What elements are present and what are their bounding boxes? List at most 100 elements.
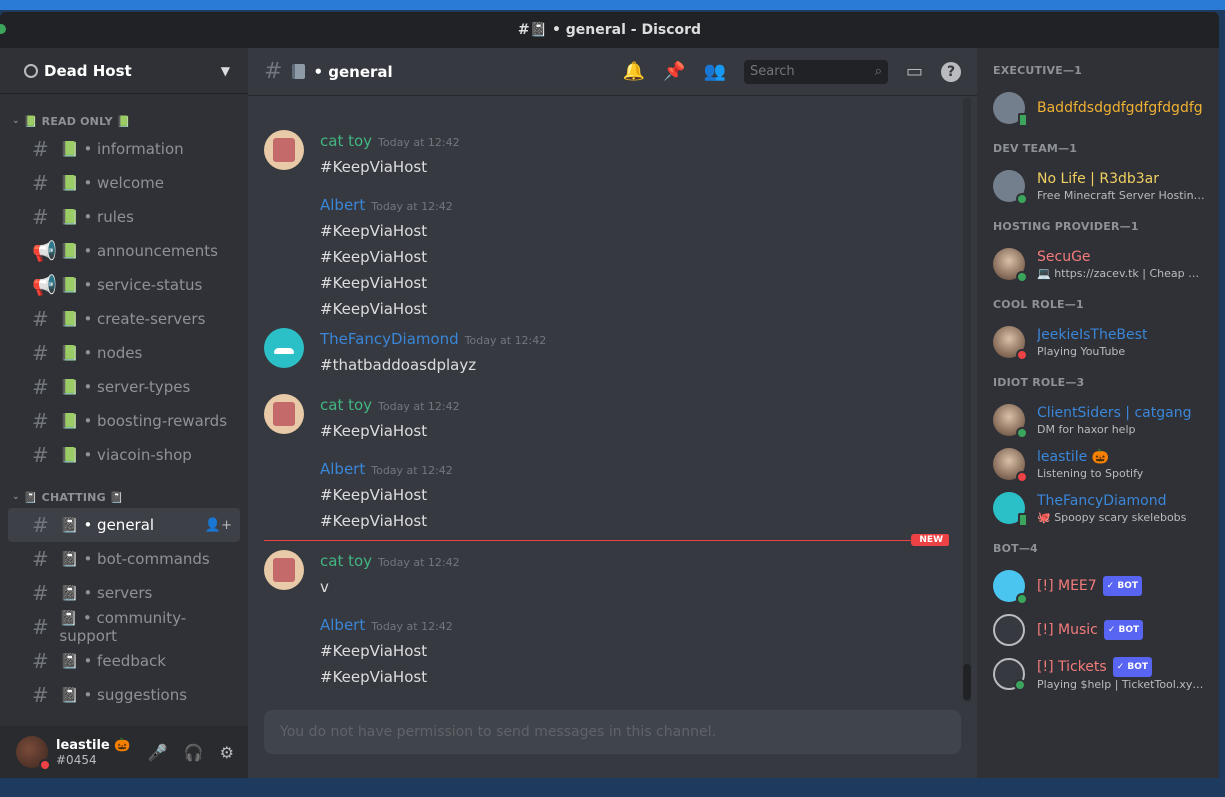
avatar[interactable]: [993, 326, 1028, 361]
chevron-down-icon[interactable]: ▼: [221, 64, 230, 78]
member-text: No Life | R3db3ar Free Minecraft Server H…: [1037, 170, 1205, 203]
avatar[interactable]: [993, 658, 1026, 691]
channel-item[interactable]: # 📓 • servers: [8, 576, 240, 610]
search-input[interactable]: Search ⌕: [743, 59, 888, 84]
members-icon[interactable]: 👥: [704, 61, 726, 82]
scrollbar-thumb[interactable]: [963, 664, 971, 700]
avatar[interactable]: [993, 570, 1028, 605]
channel-name: 📗 • rules: [60, 208, 134, 226]
member-item[interactable]: JeekieIsTheBest Playing YouTube: [993, 320, 1211, 364]
avatar[interactable]: [993, 448, 1028, 483]
member-item[interactable]: TheFancyDiamond 🐙 Spoopy scary skelebobs: [993, 486, 1211, 530]
avatar[interactable]: [993, 614, 1025, 646]
channel-item[interactable]: # 📓 • feedback: [8, 644, 240, 678]
message-header: TheFancyDiamond Today at 12:42: [264, 328, 949, 352]
member-item[interactable]: No Life | R3db3ar Free Minecraft Server H…: [993, 164, 1211, 208]
channel-item[interactable]: # 📗 • nodes: [8, 336, 240, 370]
message-author[interactable]: TheFancyDiamond: [320, 330, 459, 348]
mute-mic-icon[interactable]: 🎤: [148, 743, 168, 762]
channel-item[interactable]: # 📓 • community-support: [8, 609, 240, 645]
bell-icon[interactable]: 🔔: [623, 61, 645, 82]
member-name: No Life | R3db3ar: [1037, 170, 1159, 187]
member-item[interactable]: SecuGe 💻 https://zacev.tk | Cheap H...: [993, 242, 1211, 286]
message-author[interactable]: Albert: [320, 460, 365, 478]
gear-icon[interactable]: ⚙: [220, 743, 234, 762]
channel-item[interactable]: # 📓 • suggestions: [8, 678, 240, 712]
chat-main: # • general 🔔 📌 👥 Search ⌕ ▭ ? NEW cat t…: [248, 48, 977, 778]
channel-category[interactable]: ⌄ 📓 CHATTING 📓: [0, 486, 248, 508]
channel-name: 📓 • community-support: [59, 609, 187, 645]
hash-icon: #: [32, 683, 49, 707]
channel-item[interactable]: # 📗 • rules: [8, 200, 240, 234]
server-name: Dead Host: [44, 61, 132, 80]
message-author[interactable]: cat toy: [320, 552, 372, 570]
category-label: 📗 READ ONLY 📗: [23, 114, 131, 128]
message-author[interactable]: Albert: [320, 616, 365, 634]
member-item[interactable]: ClientSiders | catgang DM for haxor help: [993, 398, 1211, 442]
message-author[interactable]: cat toy: [320, 132, 372, 150]
member-text: ClientSiders | catgang DM for haxor help: [1037, 404, 1191, 437]
message-group: cat toy Today at 12:42 #KeepViaHost: [264, 130, 949, 180]
member-item[interactable]: [!] Music ✓ BOT: [993, 608, 1211, 652]
member-text: Baddfdsdgdfgdfgfdgdfg: [1037, 99, 1203, 117]
add-user-icon[interactable]: 👤+: [205, 518, 232, 533]
channel-item[interactable]: # 📗 • welcome: [8, 166, 240, 200]
member-item[interactable]: leastile 🎃 Listening to Spotify: [993, 442, 1211, 486]
channel-item[interactable]: # 📗 • boosting-rewards: [8, 404, 240, 438]
role-header: COOL ROLE—1: [993, 298, 1084, 311]
search-placeholder: Search: [749, 64, 795, 79]
channel-item[interactable]: 📢 📗 • service-status: [8, 268, 240, 302]
message-input[interactable]: You do not have permission to send messa…: [264, 710, 961, 754]
avatar[interactable]: [264, 328, 304, 368]
avatar[interactable]: [264, 130, 304, 170]
caret-down-icon: ⌄: [12, 116, 20, 126]
avatar[interactable]: [993, 404, 1028, 439]
avatar[interactable]: [993, 492, 1028, 527]
role-header: BOT—4: [993, 542, 1038, 555]
megaphone-icon: 📢: [32, 273, 57, 297]
member-item[interactable]: [!] Tickets ✓ BOT Playing $help | TicketTo…: [993, 652, 1211, 696]
channel-name: 📗 • boosting-rewards: [60, 412, 228, 430]
pin-icon[interactable]: 📌: [663, 61, 685, 82]
channel-category[interactable]: ⌄ 📗 READ ONLY 📗: [0, 110, 248, 132]
window-control-dot[interactable]: [0, 24, 6, 34]
member-text: [!] MEE7 ✓ BOT: [1037, 576, 1142, 596]
message-text: #KeepViaHost: [320, 642, 428, 660]
status-dnd-icon: [1016, 349, 1028, 361]
avatar[interactable]: [16, 736, 51, 771]
member-item[interactable]: Baddfdsdgdfgdfgfdgdfg: [993, 86, 1211, 130]
inbox-icon[interactable]: ▭: [906, 61, 923, 82]
help-icon[interactable]: ?: [941, 61, 961, 82]
user-name: leastile 🎃: [56, 737, 131, 753]
avatar[interactable]: [993, 248, 1028, 283]
avatar[interactable]: [264, 394, 304, 434]
member-activity: Playing YouTube: [1037, 344, 1126, 358]
hash-icon: #: [32, 443, 49, 467]
role-header: EXECUTIVE—1: [993, 64, 1082, 77]
scrollbar-track[interactable]: [963, 98, 971, 702]
member-name: JeekieIsTheBest: [1037, 326, 1148, 343]
hash-icon: #: [32, 137, 49, 161]
avatar[interactable]: [993, 170, 1028, 205]
server-header[interactable]: Dead Host ▼: [0, 48, 248, 94]
avatar[interactable]: [264, 550, 304, 590]
member-activity: Playing $help | TicketTool.xyz ...: [1037, 677, 1205, 691]
channel-item[interactable]: # 📗 • information: [8, 132, 240, 166]
channel-name: 📗 • welcome: [60, 174, 164, 192]
channel-item[interactable]: # 📗 • viacoin-shop: [8, 438, 240, 472]
user-panel: leastile 🎃 #0454 🎤 🎧 ⚙: [0, 726, 248, 778]
headphones-icon[interactable]: 🎧: [184, 743, 204, 762]
member-activity: DM for haxor help: [1037, 422, 1136, 436]
desktop-background: [0, 0, 1225, 10]
message-header: Albert Today at 12:42: [264, 614, 949, 638]
channel-item[interactable]: # 📓 • bot-commands: [8, 542, 240, 576]
member-activity: Free Minecraft Server Hosting ...: [1037, 188, 1205, 202]
channel-item[interactable]: 📢 📗 • announcements: [8, 234, 240, 268]
message-author[interactable]: Albert: [320, 196, 365, 214]
avatar[interactable]: [993, 92, 1028, 127]
member-item[interactable]: [!] MEE7 ✓ BOT: [993, 564, 1211, 608]
channel-item[interactable]: # 📗 • create-servers: [8, 302, 240, 336]
channel-item[interactable]: # 📓 • general 👤+: [8, 508, 240, 542]
message-author[interactable]: cat toy: [320, 396, 372, 414]
channel-item[interactable]: # 📗 • server-types: [8, 370, 240, 404]
